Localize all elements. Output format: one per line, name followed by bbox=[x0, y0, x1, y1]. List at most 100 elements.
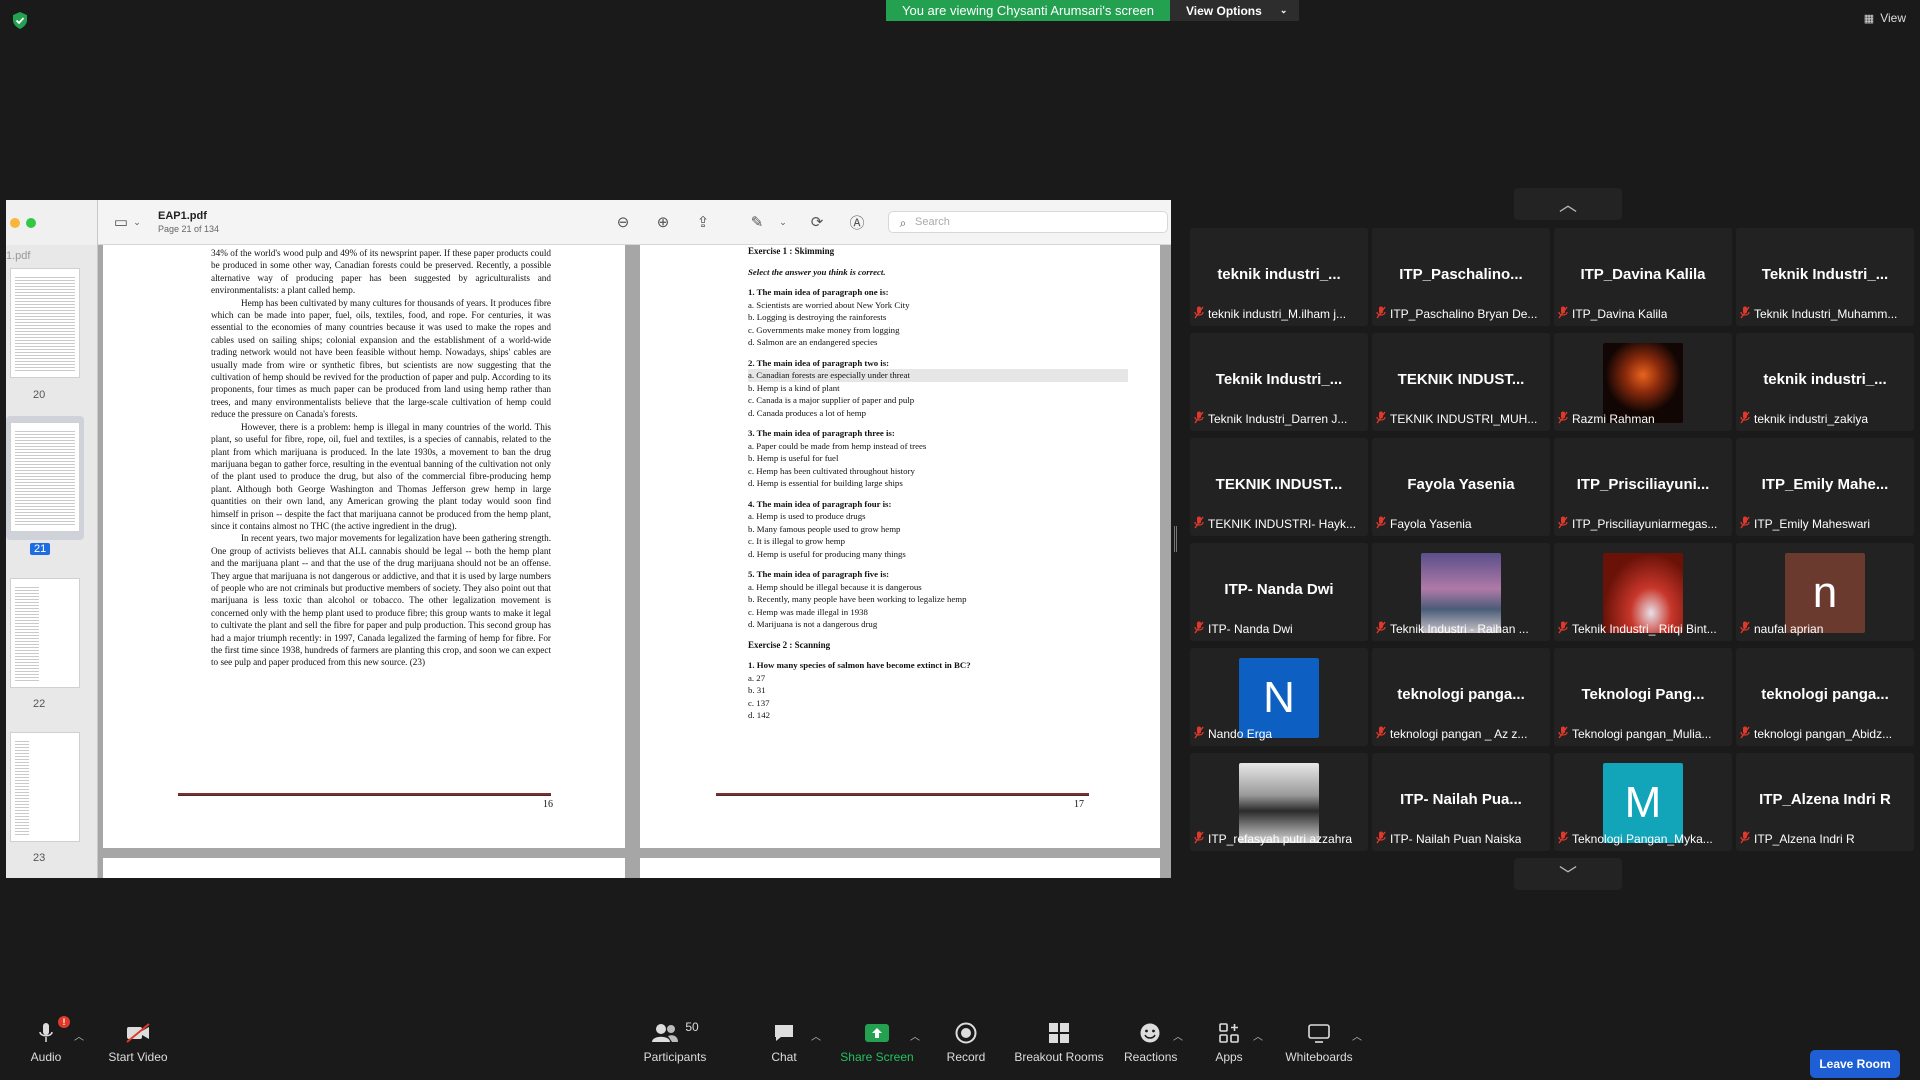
participant-display-name: Teknologi Pang... bbox=[1581, 686, 1705, 703]
view-options-button[interactable]: View Options ⌄ bbox=[1170, 0, 1300, 21]
thumbnail-page-20[interactable] bbox=[10, 268, 80, 378]
splitter-handle[interactable] bbox=[1174, 526, 1177, 552]
security-shield-icon[interactable] bbox=[12, 12, 28, 29]
participants-button[interactable]: 50 Participants bbox=[640, 1020, 710, 1064]
participant-tile[interactable]: ITP- Nailah Pua... ITP- Nailah Puan Naisk… bbox=[1372, 753, 1550, 851]
participant-tile[interactable]: M Teknologi Pangan_Myka... bbox=[1554, 753, 1732, 851]
participant-name: Nando Erga bbox=[1208, 727, 1273, 741]
muted-mic-icon bbox=[1376, 726, 1386, 742]
share-screen-button[interactable]: Share Screen bbox=[840, 1020, 914, 1064]
zoom-out-icon[interactable]: ⊖ bbox=[614, 213, 632, 231]
participant-tile[interactable]: n naufal aprian bbox=[1736, 543, 1914, 641]
participant-tile[interactable]: TEKNIK INDUST... TEKNIK INDUSTRI_MUH... bbox=[1372, 333, 1550, 431]
participant-tile[interactable]: teknologi panga... teknologi pangan_Abidz… bbox=[1736, 648, 1914, 746]
participant-tile[interactable]: ITP- Nanda Dwi ITP- Nanda Dwi bbox=[1190, 543, 1368, 641]
reactions-options-caret[interactable]: ︿ bbox=[1173, 1028, 1183, 1043]
muted-mic-icon bbox=[1558, 411, 1568, 427]
thumbnail-page-22[interactable] bbox=[10, 578, 80, 688]
answer-option: a. Canadian forests are especially under… bbox=[748, 369, 1128, 382]
participant-tile[interactable]: ITP_refasyah putri azzahra bbox=[1190, 753, 1368, 851]
audio-warning-badge: ! bbox=[58, 1016, 70, 1028]
audio-button[interactable]: ! Audio bbox=[28, 1016, 70, 1064]
breakout-rooms-button[interactable]: Breakout Rooms bbox=[1014, 1020, 1104, 1064]
participant-name: ITP_Emily Maheswari bbox=[1754, 517, 1871, 531]
chat-options-caret[interactable]: ︿ bbox=[811, 1028, 821, 1043]
audio-label: Audio bbox=[30, 1050, 62, 1064]
participant-tile[interactable]: Fayola Yasenia Fayola Yasenia bbox=[1372, 438, 1550, 536]
markup-pen-icon[interactable]: ✎ bbox=[748, 213, 766, 231]
zoom-in-icon[interactable]: ⊕ bbox=[654, 213, 672, 231]
minimize-button[interactable] bbox=[10, 218, 20, 228]
share-screen-icon bbox=[865, 1024, 889, 1042]
chevron-down-icon[interactable]: ⌄ bbox=[774, 213, 792, 231]
rotate-icon[interactable]: ⟳ bbox=[808, 213, 826, 231]
participant-tile[interactable]: N Nando Erga bbox=[1190, 648, 1368, 746]
breakout-rooms-icon bbox=[1049, 1023, 1069, 1043]
record-button[interactable]: Record bbox=[946, 1020, 986, 1064]
thumbnail-page-21[interactable] bbox=[10, 422, 80, 532]
thumbnail-number-23: 23 bbox=[33, 852, 46, 864]
sidebar-file-name: 1.pdf bbox=[6, 250, 31, 262]
participant-tile[interactable]: Teknologi Pang... Teknologi pangan_Mulia.… bbox=[1554, 648, 1732, 746]
participant-display-name: ITP_Prisciliayuni... bbox=[1576, 476, 1710, 493]
pdf-toolbar: ▭ ⌄ EAP1.pdf Page 21 of 134 ⊖ ⊕ ⇪ ✎ ⌄ ⟳ … bbox=[98, 200, 1171, 245]
participant-tile[interactable]: teknik industri_... teknik industri_M.ilh… bbox=[1190, 228, 1368, 326]
participant-tile[interactable]: Teknik Industri_ Rifqi Bint... bbox=[1554, 543, 1732, 641]
page-number: 17 bbox=[1074, 799, 1084, 810]
whiteboards-options-caret[interactable]: ︿ bbox=[1352, 1028, 1362, 1043]
audio-options-caret[interactable]: ︿ bbox=[74, 1028, 84, 1043]
reactions-button[interactable]: Reactions bbox=[1124, 1020, 1177, 1064]
participant-tile[interactable]: Teknik Industri - Raihan ... bbox=[1372, 543, 1550, 641]
whiteboards-button[interactable]: Whiteboards bbox=[1282, 1020, 1356, 1064]
participant-display-name: ITP_Emily Mahe... bbox=[1761, 476, 1889, 493]
leave-room-button[interactable]: Leave Room bbox=[1810, 1050, 1900, 1078]
participant-name-label: Razmi Rahman bbox=[1558, 410, 1655, 428]
record-label: Record bbox=[946, 1050, 986, 1064]
participant-name: Teknologi pangan_Mulia... bbox=[1572, 727, 1712, 741]
grid-view-icon: ▦ bbox=[1863, 12, 1875, 25]
participant-name-label: ITP- Nanda Dwi bbox=[1194, 620, 1293, 638]
participant-tile[interactable]: Teknik Industri_... Teknik Industri_Muham… bbox=[1736, 228, 1914, 326]
participant-tile[interactable]: ITP_Paschalino... ITP_Paschalino Bryan De… bbox=[1372, 228, 1550, 326]
participant-name: ITP- Nailah Puan Naiska bbox=[1390, 832, 1522, 846]
page-16-body: 34% of the world's wood pulp and 49% of … bbox=[211, 247, 551, 669]
participant-name: Teknologi Pangan_Myka... bbox=[1572, 832, 1713, 846]
participant-tile[interactable]: Razmi Rahman bbox=[1554, 333, 1732, 431]
answer-option: b. Recently, many people have been worki… bbox=[748, 594, 967, 604]
breakout-rooms-label: Breakout Rooms bbox=[1014, 1050, 1104, 1064]
participant-tile[interactable]: teknik industri_... teknik industri_zakiy… bbox=[1736, 333, 1914, 431]
gallery-next-page-button[interactable]: ﹀ bbox=[1514, 858, 1622, 890]
participant-tile[interactable]: ITP_Alzena Indri R ITP_Alzena Indri R bbox=[1736, 753, 1914, 851]
participant-name-label: ITP_Alzena Indri R bbox=[1740, 830, 1855, 848]
document-title: EAP1.pdf bbox=[158, 210, 207, 222]
participant-tile[interactable]: TEKNIK INDUST... TEKNIK INDUSTRI- Hayk... bbox=[1190, 438, 1368, 536]
participants-icon bbox=[652, 1024, 679, 1042]
chat-button[interactable]: Chat bbox=[766, 1020, 802, 1064]
participant-name-label: teknik industri_M.ilham j... bbox=[1194, 305, 1346, 323]
shared-pdf-window: 1.pdf 20 21 22 23 ▭ ⌄ EAP1.pdf Page 21 o… bbox=[6, 200, 1171, 878]
apps-button[interactable]: Apps bbox=[1214, 1020, 1244, 1064]
participant-tile[interactable]: ITP_Davina Kalila ITP_Davina Kalila bbox=[1554, 228, 1732, 326]
record-icon bbox=[955, 1022, 977, 1044]
participant-tile[interactable]: Teknik Industri_... Teknik Industri_Darre… bbox=[1190, 333, 1368, 431]
view-button[interactable]: ▦ View bbox=[1864, 11, 1906, 25]
muted-mic-icon bbox=[1376, 621, 1386, 637]
smiley-icon bbox=[1140, 1023, 1160, 1043]
search-input[interactable]: ⌕ Search bbox=[888, 211, 1168, 233]
annotate-icon[interactable]: Ⓐ bbox=[848, 213, 866, 232]
video-off-icon bbox=[126, 1023, 150, 1043]
muted-mic-icon bbox=[1194, 726, 1204, 742]
zoom-button[interactable] bbox=[26, 218, 36, 228]
start-video-button[interactable]: Start Video bbox=[106, 1020, 170, 1064]
participant-tile[interactable]: ITP_Prisciliayuni... ITP_Prisciliayuniarm… bbox=[1554, 438, 1732, 536]
apps-options-caret[interactable]: ︿ bbox=[1253, 1028, 1263, 1043]
gallery-prev-page-button[interactable]: ︿ bbox=[1514, 188, 1622, 220]
share-icon[interactable]: ⇪ bbox=[694, 213, 712, 231]
chevron-down-icon[interactable]: ⌄ bbox=[128, 213, 146, 231]
share-options-caret[interactable]: ︿ bbox=[910, 1028, 920, 1043]
thumbnail-page-23[interactable] bbox=[10, 732, 80, 842]
apps-label: Apps bbox=[1215, 1050, 1243, 1064]
participant-tile[interactable]: teknologi panga... teknologi pangan _ Az … bbox=[1372, 648, 1550, 746]
answer-option: a. Paper could be made from hemp instead… bbox=[748, 440, 927, 451]
participant-tile[interactable]: ITP_Emily Mahe... ITP_Emily Maheswari bbox=[1736, 438, 1914, 536]
